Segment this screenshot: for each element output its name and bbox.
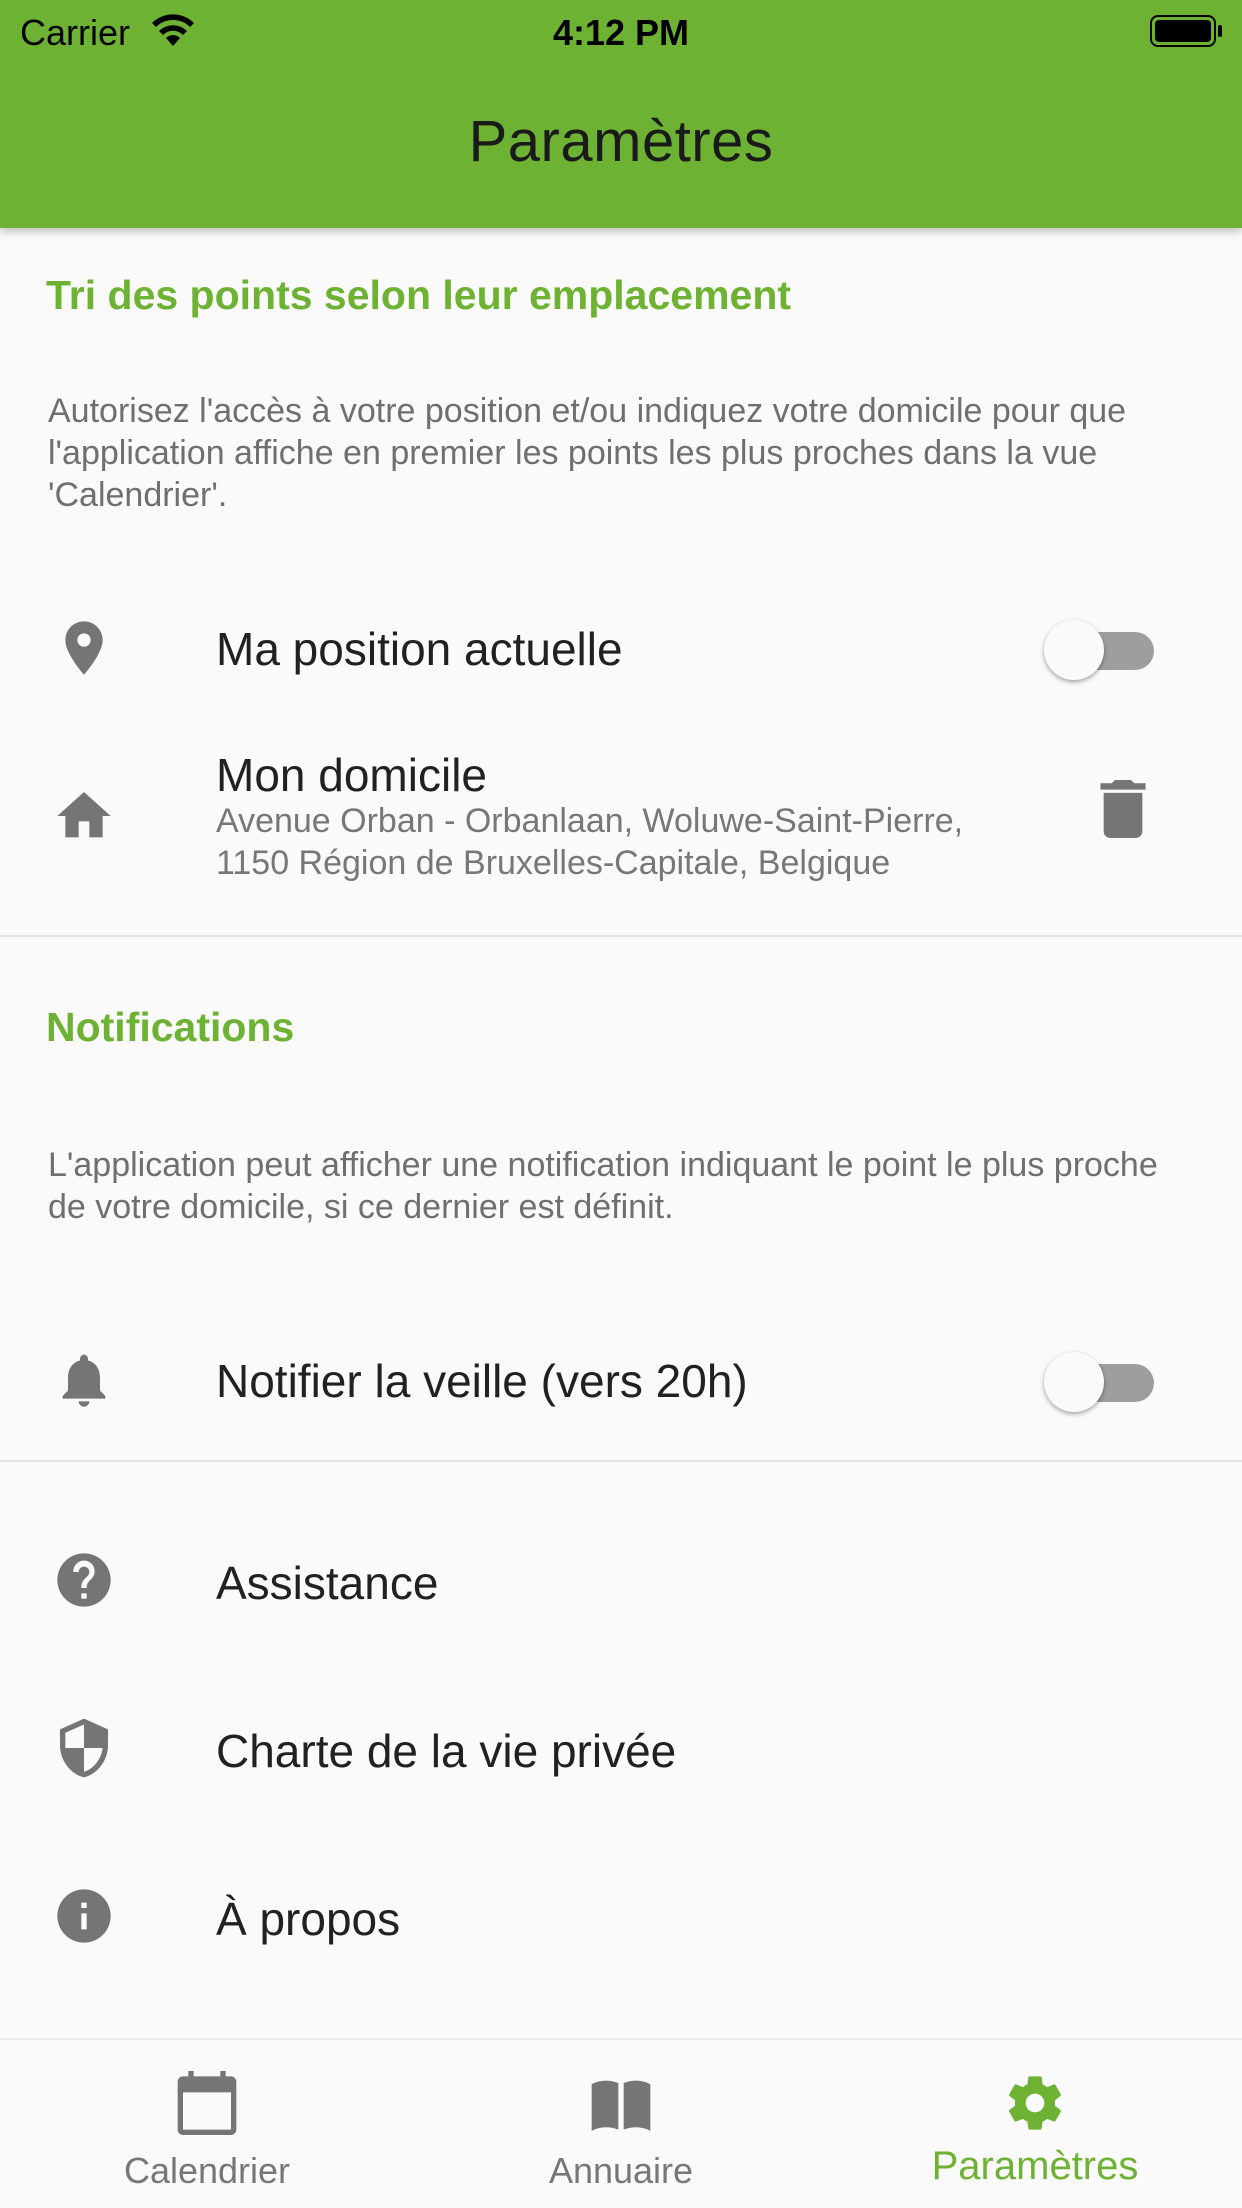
privacy-charter-row[interactable]: Charte de la vie privée (0, 1686, 1242, 1816)
current-position-toggle[interactable] (1044, 620, 1158, 680)
trash-icon[interactable] (1098, 780, 1148, 838)
about-row[interactable]: À propos (0, 1854, 1242, 1984)
gear-icon (1009, 2076, 1061, 2130)
home-label: Mon domicile (216, 749, 487, 801)
notifications-section-description: L'application peut afficher une notifica… (48, 1146, 1158, 1226)
section-divider (0, 1460, 1242, 1462)
tab-calendar-label: Calendrier (123, 2150, 291, 2191)
tab-settings-label: Paramètres (931, 2144, 1139, 2188)
toggle-knob (1044, 1352, 1104, 1412)
book-icon (591, 2080, 651, 2131)
info-icon (52, 1884, 116, 1948)
tab-directory[interactable]: Annuaire (414, 2040, 828, 2208)
home-row[interactable]: Mon domicile Avenue Orban - Orbanlaan, W… (0, 708, 1242, 908)
notifications-section-title: Notifications (46, 1004, 295, 1050)
tab-settings[interactable]: Paramètres (828, 2040, 1242, 2208)
tab-directory-label: Annuaire (548, 2150, 694, 2191)
bottom-navigation: Calendrier Annuaire Paramètres (0, 2038, 1242, 2208)
privacy-charter-label: Charte de la vie privée (216, 1725, 677, 1777)
toggle-knob (1044, 620, 1104, 680)
shield-icon (52, 1716, 116, 1780)
assistance-label: Assistance (216, 1557, 439, 1609)
location-pin-icon (52, 616, 116, 680)
tab-calendar[interactable]: Calendrier (0, 2040, 414, 2208)
home-address: Avenue Orban - Orbanlaan, Woluwe-Saint-P… (216, 802, 964, 882)
current-position-label: Ma position actuelle (216, 623, 623, 675)
current-position-row[interactable]: Ma position actuelle (0, 588, 1242, 708)
status-bar: Carrier 4:12 PM (0, 0, 1242, 62)
assistance-row[interactable]: Assistance (0, 1518, 1242, 1648)
bell-icon (52, 1348, 116, 1412)
home-icon (52, 784, 116, 848)
notify-eve-label: Notifier la veille (vers 20h) (216, 1355, 748, 1407)
status-time: 4:12 PM (552, 12, 690, 53)
section-divider (0, 935, 1242, 937)
app-header: Carrier 4:12 PM Paramètres (0, 0, 1242, 228)
location-section-description: Autorisez l'accès à votre position et/ou… (48, 392, 1127, 514)
notify-eve-row[interactable]: Notifier la veille (vers 20h) (0, 1320, 1242, 1440)
notify-eve-toggle[interactable] (1044, 1352, 1158, 1412)
page-title: Paramètres (468, 109, 774, 174)
calendar-icon (177, 2071, 237, 2135)
about-label: À propos (216, 1893, 401, 1945)
battery-icon (1150, 15, 1222, 47)
location-section-title: Tri des points selon leur emplacement (46, 272, 792, 318)
help-circle-icon (52, 1548, 116, 1612)
